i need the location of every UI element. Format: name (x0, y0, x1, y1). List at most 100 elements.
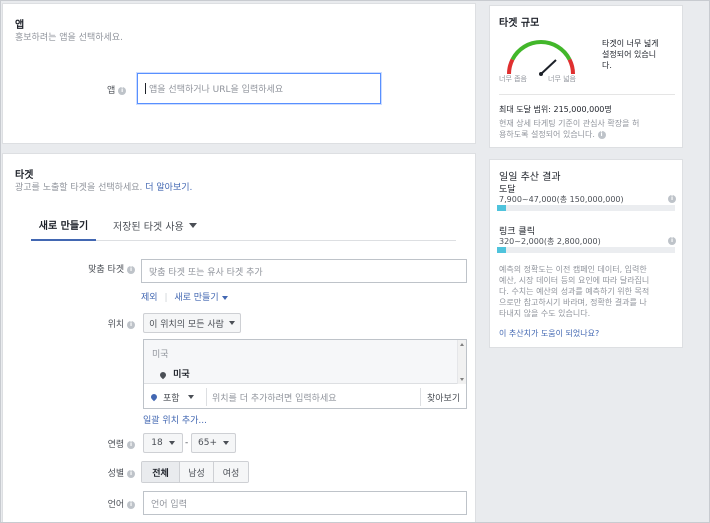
custom-audience-label: 맞춤 타겟 i (73, 262, 135, 275)
tab-create-new[interactable]: 새로 만들기 (31, 209, 96, 241)
location-type-dropdown[interactable]: 이 위치의 모든 사람 (143, 313, 241, 333)
app-section: 앱 홍보하려는 앱을 선택하세요. 앱 i 앱을 선택하거나 URL을 입력하세… (2, 3, 476, 144)
app-field-label-text: 앱 (107, 86, 116, 96)
info-icon[interactable]: i (127, 440, 135, 449)
age-min-dropdown[interactable]: 18 (143, 433, 183, 453)
note-line-2: 용하도록 설정되어 있습니다. i (499, 129, 639, 140)
gauge-red-segment-right (567, 58, 575, 75)
info-icon[interactable]: i (127, 320, 135, 329)
audience-section-subtitle: 광고를 노출할 타겟을 선택하세요. 더 알아보기. (15, 180, 192, 193)
map-pin-icon (158, 370, 168, 379)
chevron-down-icon (168, 441, 175, 445)
note-line-1: 현재 상세 타게팅 기준이 관심사 확장을 허 (499, 119, 640, 128)
location-label-text: 위치 (107, 320, 125, 330)
gender-option-all-label: 전체 (152, 468, 169, 479)
gender-label: 성별 i (73, 466, 135, 479)
tab-saved-audience-label: 저장된 타겟 사용 (113, 221, 184, 233)
info-icon[interactable]: i (668, 195, 676, 203)
note-line-2-text: 용하도록 설정되어 있습니다. (499, 130, 595, 139)
location-label: 위치 i (73, 317, 135, 330)
message-line-1: 타겟이 너무 넓게 (602, 39, 659, 48)
potential-reach: 최대 도달 범위: 215,000,000명 (499, 105, 612, 114)
note-line: 예산, 시장 데이터 등의 요인에 따라 달라집니 (499, 276, 650, 285)
app-section-title: 앱 (15, 20, 25, 31)
divider: | (164, 293, 168, 303)
gender-option-male[interactable]: 남성 (180, 462, 214, 482)
note-line: 다. 수치는 예산의 성과를 예측하기 위한 목적 (499, 287, 650, 296)
location-search-placeholder: 위치를 더 추가하려면 입력하세요 (212, 393, 337, 404)
age-min-value: 18 (151, 438, 163, 448)
language-placeholder: 언어 입력 (151, 499, 187, 510)
app-field-label: 앱 i (107, 83, 127, 96)
scroll-up-icon[interactable] (460, 343, 464, 346)
map-pin-icon (149, 392, 159, 402)
daily-results-title: 일일 추산 결과 (499, 172, 561, 183)
list-scrollbar[interactable] (457, 340, 466, 384)
note-line: 으로만 참고하시기 바라며, 정확한 결과를 나 (499, 298, 647, 307)
gender-option-all[interactable]: 전체 (142, 462, 180, 482)
tab-create-new-label: 새로 만들기 (38, 220, 89, 232)
app-search-placeholder: 앱을 선택하거나 URL을 입력하세요 (149, 85, 284, 95)
chevron-down-icon (188, 222, 197, 228)
age-max-dropdown[interactable]: 65+ (191, 433, 236, 453)
gauge-red-segment (507, 58, 515, 75)
location-search-input[interactable]: 위치를 더 추가하려면 입력하세요 (206, 388, 412, 406)
include-dropdown[interactable]: 포함 (149, 388, 194, 406)
language-input[interactable]: 언어 입력 (143, 491, 467, 515)
message-line-2: 설정되어 있습니 (602, 50, 657, 59)
create-new-link[interactable]: 새로 만들기 (174, 293, 218, 303)
audience-subtitle-text: 광고를 노출할 타겟을 선택하세요. (15, 183, 143, 193)
tab-saved-audience[interactable]: 저장된 타겟 사용 (113, 209, 197, 241)
clicks-progress-fill (497, 247, 506, 253)
audience-section-title: 타겟 (15, 170, 34, 181)
clicks-progress-bar (497, 247, 675, 253)
info-icon[interactable]: i (127, 469, 135, 478)
note-line: 타내지 않을 수도 있습니다. (499, 309, 591, 318)
audience-size-note: 현재 상세 타게팅 기준이 관심사 확장을 허 용하도록 설정되어 있습니다. … (499, 118, 639, 140)
chevron-down-icon (221, 295, 228, 300)
gauge-green-segment (510, 40, 572, 61)
app-section-subtitle: 홍보하려는 앱을 선택하세요. (15, 33, 123, 43)
audience-size-title: 타겟 규모 (499, 18, 540, 29)
chevron-down-icon (228, 321, 235, 325)
age-label: 연령 i (73, 437, 135, 450)
info-icon[interactable]: i (668, 237, 676, 245)
gender-option-female[interactable]: 여성 (214, 462, 248, 482)
estimate-feedback-link[interactable]: 이 추산치가 도움이 되었나요? (499, 328, 599, 339)
learn-more-link[interactable]: 더 알아보기. (145, 183, 192, 193)
info-icon[interactable]: i (118, 86, 127, 95)
location-list: 미국 미국 (144, 340, 466, 384)
gauge-left-label: 너무 좁음 (499, 75, 527, 83)
gauge-right-label: 너무 넓음 (548, 75, 576, 83)
gender-segmented-control: 전체 남성 여성 (141, 461, 249, 483)
scroll-down-icon[interactable] (460, 378, 464, 381)
bulk-add-locations-link[interactable]: 일괄 위치 추가... (143, 413, 207, 426)
app-search-input[interactable]: 앱을 선택하거나 URL을 입력하세요 (137, 73, 381, 104)
audience-section: 타겟 광고를 노출할 타겟을 선택하세요. 더 알아보기. 새로 만들기 저장된… (2, 153, 476, 523)
reach-progress-fill (497, 205, 506, 211)
gender-label-text: 성별 (107, 469, 125, 479)
location-type-value: 이 위치의 모든 사람 (149, 319, 224, 330)
custom-audience-input[interactable]: 맞춤 타겟 또는 유사 타겟 추가 (141, 259, 467, 283)
location-country-header: 미국 (152, 350, 169, 360)
age-separator: - (185, 438, 189, 448)
gauge-pivot (539, 72, 543, 76)
gauge-track (507, 40, 575, 75)
info-icon[interactable]: i (597, 130, 606, 139)
gauge-needle (540, 59, 557, 75)
exclude-link[interactable]: 제외 (141, 293, 158, 303)
location-selected-item[interactable]: 미국 (158, 367, 190, 380)
custom-audience-label-text: 맞춤 타겟 (88, 265, 125, 275)
gender-option-male-label: 남성 (188, 468, 205, 479)
location-box: 미국 미국 포함 위치를 더 추가하려면 입력하세요 찾아보기 (143, 339, 467, 409)
audience-size-message: 타겟이 너무 넓게 설정되어 있습니 다. (602, 38, 659, 71)
age-max-value: 65+ (198, 438, 217, 448)
note-line: 예측의 정확도는 이전 캠페인 데이터, 입력한 (499, 265, 647, 274)
location-selected-label: 미국 (173, 370, 190, 380)
custom-audience-placeholder: 맞춤 타겟 또는 유사 타겟 추가 (149, 267, 263, 278)
info-icon[interactable]: i (127, 265, 135, 274)
chevron-down-icon (187, 395, 194, 399)
info-icon[interactable]: i (127, 500, 135, 509)
daily-results-panel: 일일 추산 결과 도달 7,900~47,000(총 150,000,000) … (489, 159, 683, 348)
browse-button[interactable]: 찾아보기 (420, 388, 460, 406)
